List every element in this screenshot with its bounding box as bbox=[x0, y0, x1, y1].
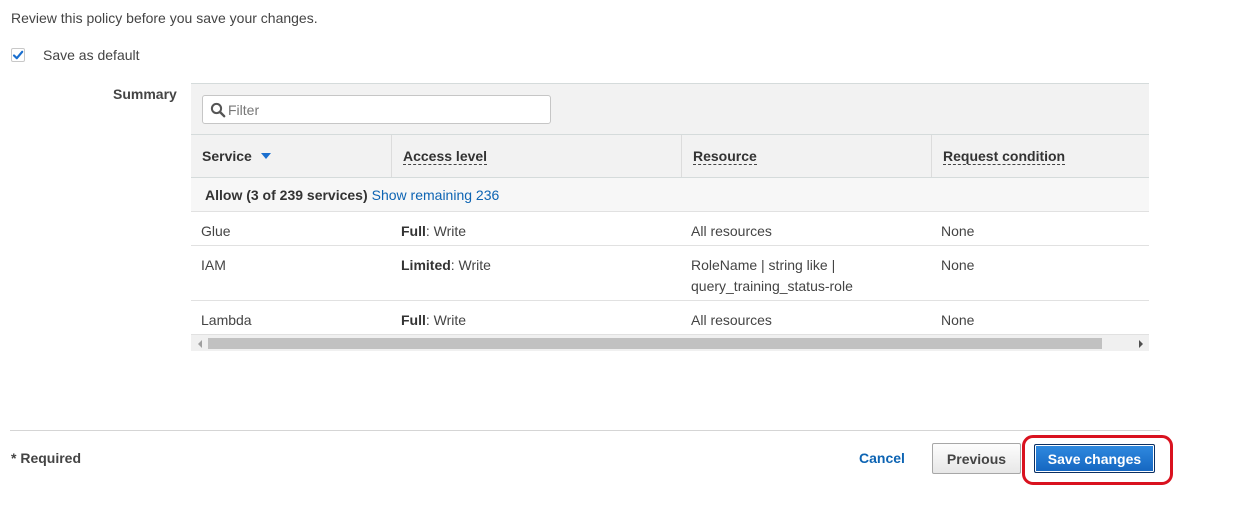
checkmark-icon bbox=[12, 50, 24, 60]
access-level-cell: Limited: Write bbox=[401, 255, 491, 276]
allow-group-row: Allow (3 of 239 services) Show remaining… bbox=[191, 178, 1149, 212]
filter-input[interactable] bbox=[228, 97, 528, 122]
access-level-cell: Full: Write bbox=[401, 310, 466, 331]
access-level-rest: : Write bbox=[425, 223, 467, 239]
save-changes-button[interactable]: Save changes bbox=[1034, 444, 1155, 473]
request-condition-cell: None bbox=[941, 312, 975, 328]
column-label-resource: Resource bbox=[693, 147, 757, 165]
service-link-lambda[interactable]: Lambda bbox=[201, 310, 252, 331]
filter-bar bbox=[191, 84, 1149, 135]
summary-table: Service Access level Resource Request co… bbox=[191, 83, 1149, 351]
service-link-glue[interactable]: Glue bbox=[201, 221, 231, 242]
column-label-request-condition: Request condition bbox=[943, 147, 1066, 165]
access-level-strong: Full bbox=[401, 223, 426, 239]
cancel-link[interactable]: Cancel bbox=[859, 450, 905, 466]
save-as-default-label[interactable]: Save as default bbox=[43, 47, 140, 63]
previous-button[interactable]: Previous bbox=[932, 443, 1021, 474]
save-as-default-checkbox[interactable] bbox=[11, 48, 25, 62]
access-level-strong: Full bbox=[401, 312, 426, 328]
resource-line-1: RoleName | string like | bbox=[691, 257, 836, 273]
column-header-request-condition[interactable]: Request condition bbox=[931, 135, 1149, 177]
access-level-cell: Full: Write bbox=[401, 221, 466, 242]
column-header-access-level[interactable]: Access level bbox=[391, 135, 681, 177]
required-note: * Required bbox=[11, 450, 82, 466]
column-label-access-level: Access level bbox=[403, 147, 488, 165]
access-level-rest: : Write bbox=[425, 312, 467, 328]
scroll-right-icon[interactable] bbox=[1132, 335, 1149, 351]
access-level-rest: : Write bbox=[450, 257, 491, 273]
column-header-resource[interactable]: Resource bbox=[681, 135, 931, 177]
sort-caret-down-icon[interactable] bbox=[260, 153, 271, 159]
horizontal-scrollbar[interactable] bbox=[191, 335, 1149, 351]
column-header-service[interactable]: Service bbox=[191, 135, 391, 177]
request-condition-cell: None bbox=[941, 257, 975, 273]
show-remaining-link[interactable]: Show remaining 236 bbox=[372, 187, 500, 203]
scrollbar-thumb[interactable] bbox=[208, 338, 1102, 349]
table-row: Glue Full: Write All resources None bbox=[191, 212, 1149, 246]
service-link-iam[interactable]: IAM bbox=[201, 255, 226, 276]
column-label-service: Service bbox=[202, 148, 252, 164]
request-condition-cell: None bbox=[941, 223, 975, 239]
scroll-left-icon[interactable] bbox=[191, 335, 208, 351]
footer-divider bbox=[10, 430, 1160, 431]
resource-cell: RoleName | string like | query_training_… bbox=[691, 255, 853, 297]
filter-box[interactable] bbox=[202, 95, 551, 124]
resource-cell: All resources bbox=[691, 312, 772, 328]
table-row: IAM Limited: Write RoleName | string lik… bbox=[191, 246, 1149, 301]
table-header: Service Access level Resource Request co… bbox=[191, 135, 1149, 178]
access-level-strong: Limited bbox=[401, 257, 451, 273]
intro-text: Review this policy before you save your … bbox=[11, 10, 318, 26]
table-row: Lambda Full: Write All resources None bbox=[191, 301, 1149, 335]
resource-line-2: query_training_status-role bbox=[691, 278, 853, 294]
resource-cell: All resources bbox=[691, 223, 772, 239]
save-as-default-option[interactable]: Save as default bbox=[11, 46, 140, 64]
allow-group-label: Allow (3 of 239 services) bbox=[205, 186, 368, 203]
summary-label: Summary bbox=[113, 86, 177, 102]
search-icon bbox=[210, 102, 226, 117]
